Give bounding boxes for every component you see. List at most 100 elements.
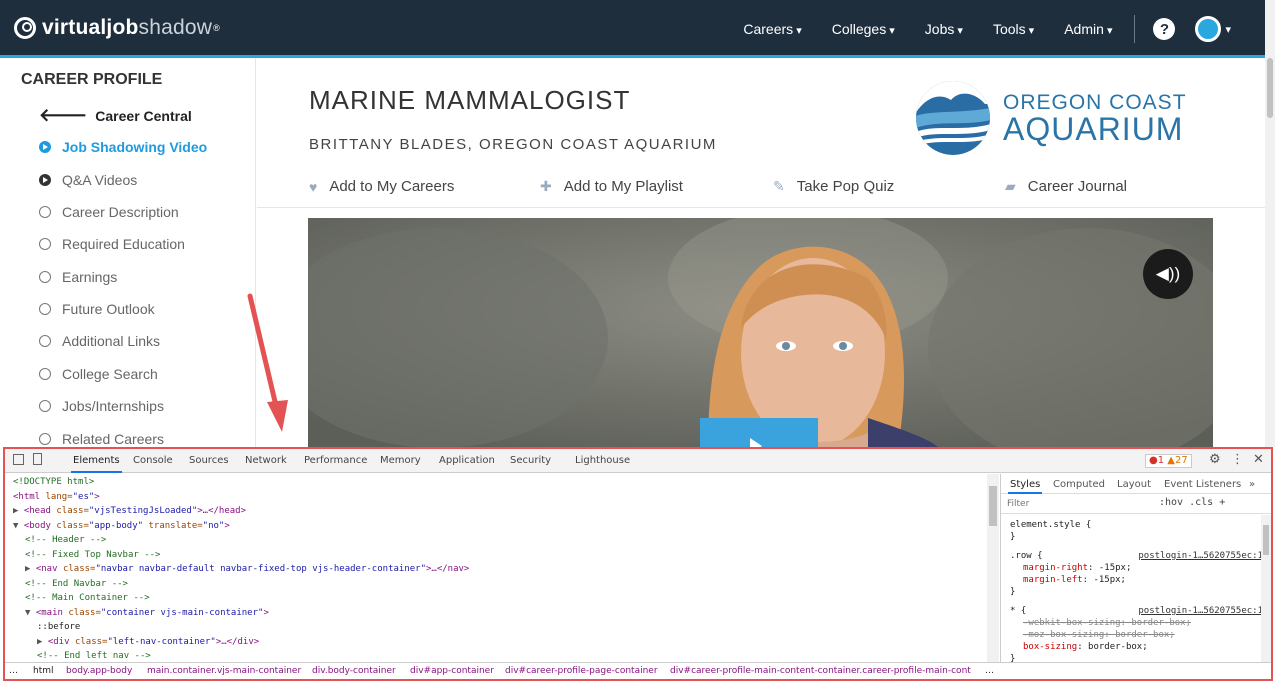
close-icon[interactable]: ✕ <box>1253 452 1264 467</box>
more-options-icon[interactable]: ⋮ <box>1231 452 1244 467</box>
dom-node-line[interactable]: <!-- Header --> <box>25 535 106 547</box>
sidebar-item-job-shadowing-video[interactable]: Job Shadowing Video <box>39 139 207 155</box>
dom-node-line[interactable]: ▼ <body class="app-body" translate="no"> <box>13 521 230 533</box>
tab-event-listeners[interactable]: Event Listeners <box>1164 479 1241 490</box>
dom-node-line[interactable]: <!-- Fixed Top Navbar --> <box>25 550 160 562</box>
sidebar-item-required-education[interactable]: Required Education <box>39 236 185 252</box>
play-circle-icon <box>39 174 51 186</box>
breadcrumb-item[interactable]: div.body-container <box>312 666 396 676</box>
sidebar-item-jobs-internships[interactable]: Jobs/Internships <box>39 398 164 414</box>
star-rule-source-link[interactable]: postlogin-1…5620755ec:1 <box>1138 606 1263 616</box>
elements-scrollbar[interactable] <box>987 474 999 662</box>
tab-elements[interactable]: Elements <box>71 455 122 473</box>
elements-dom-tree[interactable]: <!DOCTYPE html> <html lang="es"> ▶ <head c… <box>5 474 987 662</box>
tab-lighthouse[interactable]: Lighthouse <box>575 455 630 466</box>
prop-value: border-box; <box>1131 618 1191 628</box>
dom-node-text: ::before <box>37 622 81 632</box>
row-rule-source-link[interactable]: postlogin-1…5620755ec:1 <box>1138 551 1263 561</box>
styles-filter-input[interactable] <box>1007 497 1147 511</box>
add-to-my-careers-button[interactable]: ♥ Add to My Careers <box>309 178 454 195</box>
chevron-down-icon[interactable]: ▾ <box>1225 23 1231 36</box>
aquarium-line2: AQUARIUM <box>1003 110 1184 147</box>
sidebar-item-career-description[interactable]: Career Description <box>39 204 179 220</box>
avatar[interactable] <box>1195 16 1222 42</box>
tab-sources[interactable]: Sources <box>189 455 229 466</box>
menu-jobs[interactable]: Jobs <box>925 21 963 37</box>
tab-performance[interactable]: Performance <box>304 455 367 466</box>
dom-node-line[interactable]: <!-- End Navbar --> <box>25 579 128 591</box>
tab-application[interactable]: Application <box>439 455 495 466</box>
sidebar-item-qa-videos[interactable]: Q&A Videos <box>39 172 137 188</box>
play-button[interactable] <box>700 418 818 447</box>
sidebar-item-related-careers[interactable]: Related Careers <box>39 431 164 447</box>
tab-memory[interactable]: Memory <box>380 455 421 466</box>
styles-scrollbar[interactable] <box>1261 515 1271 662</box>
tab-network[interactable]: Network <box>245 455 287 466</box>
element-style-rule[interactable]: element.style { <box>1010 520 1091 530</box>
menu-careers[interactable]: Careers <box>743 21 801 37</box>
sidebar-item-additional-links[interactable]: Additional Links <box>39 333 160 349</box>
dom-tag: <html <box>13 491 41 502</box>
menu-colleges[interactable]: Colleges <box>832 21 895 37</box>
device-toolbar-icon[interactable] <box>33 453 42 465</box>
breadcrumb-item[interactable]: main.container.vjs-main-container <box>147 666 301 676</box>
help-icon[interactable]: ? <box>1153 18 1176 40</box>
styles-scrollbar-thumb[interactable] <box>1263 525 1269 555</box>
style-prop-overridden[interactable]: -webkit-box-sizing: border-box; <box>1023 618 1191 628</box>
dom-node-line[interactable]: ▼ <main class="container vjs-main-contai… <box>25 608 269 620</box>
sidebar-item-earnings[interactable]: Earnings <box>39 269 117 285</box>
breadcrumb-item[interactable]: … <box>9 666 18 676</box>
style-prop[interactable]: margin-left: -15px; <box>1023 575 1126 585</box>
career-central-link[interactable]: 🡐 Career Central <box>39 105 192 126</box>
breadcrumb-item[interactable]: body.app-body <box>66 666 132 676</box>
breadcrumb-item[interactable]: div#app-container <box>410 666 494 676</box>
menu-admin[interactable]: Admin <box>1064 21 1112 37</box>
job-shadowing-video-player[interactable]: ◀)) <box>308 218 1213 447</box>
career-journal-button[interactable]: ▰ Career Journal <box>1005 178 1127 195</box>
dom-node-line[interactable]: ::before <box>37 622 80 634</box>
dom-node-line[interactable]: ▶ <div class="left-nav-container">…</div… <box>37 637 259 649</box>
take-pop-quiz-button[interactable]: ✎ Take Pop Quiz <box>773 178 894 195</box>
page-scrollbar[interactable] <box>1265 0 1275 447</box>
inspect-element-icon[interactable] <box>13 454 24 465</box>
add-to-my-playlist-button[interactable]: ✚ Add to My Playlist <box>540 178 683 195</box>
sidebar-item-future-outlook[interactable]: Future Outlook <box>39 301 155 317</box>
tab-computed[interactable]: Computed <box>1053 479 1105 490</box>
breadcrumb-item[interactable]: div#career-profile-main-content-containe… <box>670 666 971 676</box>
volume-icon[interactable]: ◀)) <box>1143 249 1193 299</box>
filter-tools[interactable]: :hov .cls + <box>1159 497 1225 508</box>
menu-tools[interactable]: Tools <box>993 21 1034 37</box>
more-tabs-icon[interactable]: » <box>1249 479 1255 490</box>
style-prop[interactable]: margin-right: -15px; <box>1023 563 1131 573</box>
circle-icon <box>39 206 51 218</box>
sidebar-item-label: Q&A Videos <box>62 172 138 188</box>
vjs-logo[interactable]: virtualjob shadow ® <box>14 16 220 40</box>
tab-security[interactable]: Security <box>510 455 551 466</box>
settings-gear-icon[interactable]: ⚙ <box>1209 452 1221 467</box>
dom-node-line[interactable]: ▶ <head class="vjsTestingJsLoaded">…</he… <box>13 506 246 518</box>
style-prop[interactable]: box-sizing: border-box; <box>1023 642 1148 652</box>
elements-scrollbar-thumb[interactable] <box>989 486 997 526</box>
dom-tag-end: >…</div> <box>215 636 260 647</box>
page-scrollbar-thumb[interactable] <box>1267 58 1273 118</box>
tab-styles[interactable]: Styles <box>1007 479 1043 494</box>
breadcrumb-item[interactable]: div#career-profile-page-container <box>505 666 658 676</box>
tab-layout[interactable]: Layout <box>1117 479 1151 490</box>
dom-node-line[interactable]: <!DOCTYPE html> <box>13 477 94 489</box>
dom-node-line[interactable]: <html lang="es"> <box>13 492 100 504</box>
dom-node-line[interactable]: <!-- End left nav --> <box>37 651 151 662</box>
row-rule-selector[interactable]: .row { <box>1010 551 1043 561</box>
prop-value: -15px; <box>1093 575 1126 585</box>
style-prop-overridden[interactable]: -moz-box-sizing: border-box; <box>1023 630 1175 640</box>
logo-mark-icon <box>14 16 36 39</box>
dom-attr-value: "app-body" <box>88 520 144 531</box>
dom-node-line[interactable]: ▶ <nav class="navbar navbar-default navb… <box>25 564 469 576</box>
breadcrumb-item[interactable]: html <box>33 666 54 676</box>
tab-console[interactable]: Console <box>133 455 173 466</box>
issues-badge[interactable]: ●1 ▲27 <box>1145 454 1192 468</box>
sidebar-item-college-search[interactable]: College Search <box>39 366 158 382</box>
star-rule-selector[interactable]: * { <box>1010 606 1026 616</box>
breadcrumb-item[interactable]: … <box>985 666 994 676</box>
dom-node-line[interactable]: <!-- Main Container --> <box>25 593 150 605</box>
logo-text-light: shadow <box>138 15 213 39</box>
